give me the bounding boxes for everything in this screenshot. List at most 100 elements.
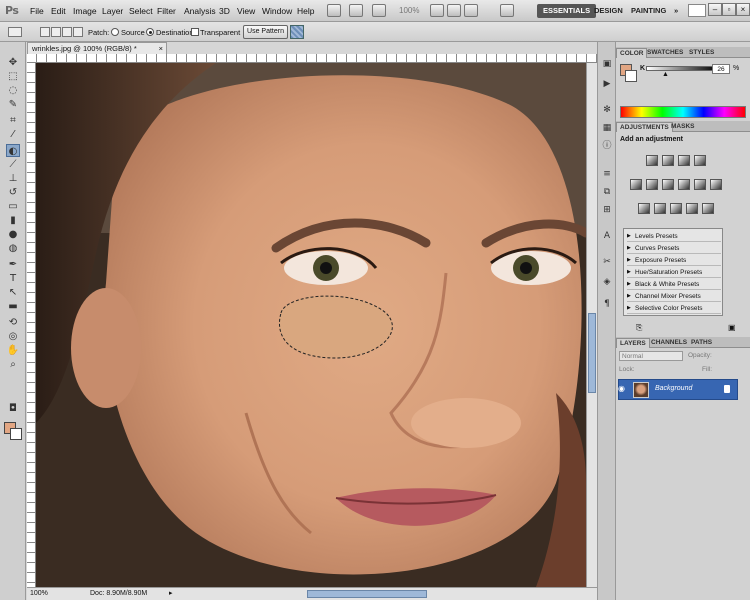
quick-mask-icon[interactable]: ◘ xyxy=(6,402,20,415)
color-bg-swatch[interactable] xyxy=(625,70,637,82)
lasso-tool-icon[interactable]: ◌ xyxy=(6,84,20,97)
preset-levels[interactable]: Levels Presets xyxy=(627,231,721,242)
preset-hue-saturation[interactable]: Hue/Saturation Presets xyxy=(627,267,721,278)
clone-source-icon[interactable]: ⊞ xyxy=(601,204,613,216)
horizontal-scroll-thumb[interactable] xyxy=(307,590,427,598)
navigator-icon[interactable]: ⧉ xyxy=(601,186,613,198)
hand-tool-icon[interactable]: ✋ xyxy=(6,344,20,357)
clone-stamp-tool-icon[interactable]: ⊥ xyxy=(6,172,20,185)
menu-window[interactable]: Window xyxy=(262,6,292,16)
hand-tool-icon[interactable] xyxy=(430,4,444,17)
workspace-design-button[interactable]: DESIGN xyxy=(588,4,629,18)
k-channel-value[interactable]: 26 xyxy=(712,64,730,74)
quick-selection-tool-icon[interactable]: ✎ xyxy=(6,98,20,111)
subtract-selection-icon[interactable] xyxy=(62,27,72,37)
layer-comps-icon[interactable]: ≡ xyxy=(601,168,613,180)
pen-tool-icon[interactable]: ✒ xyxy=(6,258,20,271)
actions-panel-icon[interactable]: ▶ xyxy=(601,78,613,90)
history-brush-tool-icon[interactable]: ↺ xyxy=(6,186,20,199)
image-canvas[interactable] xyxy=(36,63,586,587)
menu-analysis[interactable]: Analysis xyxy=(184,6,216,16)
add-selection-icon[interactable] xyxy=(51,27,61,37)
menubar-zoom-level[interactable]: 100% xyxy=(399,6,419,15)
k-channel-slider[interactable] xyxy=(646,66,718,71)
k-slider-handle[interactable]: ▲ xyxy=(662,71,669,78)
vertical-scrollbar[interactable] xyxy=(586,63,597,587)
exposure-icon[interactable] xyxy=(694,155,706,166)
tab-swatches[interactable]: SWATCHES xyxy=(644,48,686,58)
menu-select[interactable]: Select xyxy=(129,6,153,16)
eyedropper-tool-icon[interactable]: ⁄ xyxy=(6,128,20,141)
intersect-selection-icon[interactable] xyxy=(73,27,83,37)
color-balance-icon[interactable] xyxy=(662,179,674,190)
status-menu-arrow[interactable]: ▸ xyxy=(169,588,173,600)
workspace-more-button[interactable]: » xyxy=(668,4,684,18)
preset-curves[interactable]: Curves Presets xyxy=(627,243,721,254)
minibridge-icon[interactable] xyxy=(349,4,363,17)
use-pattern-button[interactable]: Use Pattern xyxy=(243,25,288,39)
photo-filter-icon[interactable] xyxy=(694,179,706,190)
gradient-map-icon[interactable] xyxy=(686,203,698,214)
fill-label[interactable]: Fill: xyxy=(702,366,712,373)
layer-name[interactable]: Background xyxy=(655,385,692,392)
tab-styles[interactable]: STYLES xyxy=(686,48,717,58)
preset-black-white[interactable]: Black & White Presets xyxy=(627,279,721,290)
tab-layers[interactable]: LAYERS xyxy=(616,338,650,348)
adjustments-footer-icon-right[interactable]: ▣ xyxy=(728,323,736,332)
brush-panel-icon[interactable]: ✻ xyxy=(601,104,613,116)
preset-channel-mixer[interactable]: Channel Mixer Presets xyxy=(627,291,721,302)
view-extras-icon[interactable] xyxy=(372,4,386,17)
selective-color-icon[interactable] xyxy=(702,203,714,214)
search-input[interactable] xyxy=(688,4,706,17)
paragraph-panel-icon[interactable]: ¶ xyxy=(601,298,613,310)
adjustments-footer-icon[interactable]: ⎘ xyxy=(636,323,642,333)
new-selection-icon[interactable] xyxy=(40,27,50,37)
bridge-icon[interactable] xyxy=(327,4,341,17)
tab-adjustments[interactable]: ADJUSTMENTS xyxy=(616,122,673,132)
channel-mixer-icon[interactable] xyxy=(710,179,722,190)
info-i-icon[interactable]: ⓘ xyxy=(601,140,613,152)
tool-presets-icon[interactable]: ✂ xyxy=(601,256,613,268)
arrange-documents-icon[interactable] xyxy=(464,4,478,17)
eraser-tool-icon[interactable]: ▭ xyxy=(6,200,20,213)
minimize-button[interactable]: – xyxy=(708,3,722,16)
menu-3d[interactable]: 3D xyxy=(219,6,230,16)
threshold-icon[interactable] xyxy=(670,203,682,214)
document-tab[interactable]: wrinkles.jpg @ 100% (RGB/8) * × xyxy=(27,42,167,54)
status-zoom[interactable]: 100% xyxy=(30,588,48,600)
info-panel-icon[interactable]: ▦ xyxy=(601,122,613,134)
layer-visibility-eye-icon[interactable]: ◉ xyxy=(618,384,628,394)
preset-exposure[interactable]: Exposure Presets xyxy=(627,255,721,266)
character-panel-icon[interactable]: A xyxy=(601,230,613,242)
blur-tool-icon[interactable]: ● xyxy=(6,228,20,241)
zoom-tool-icon[interactable]: ⌕ xyxy=(6,358,20,371)
transparent-checkbox[interactable] xyxy=(191,28,199,36)
dodge-tool-icon[interactable]: ◍ xyxy=(6,242,20,255)
vibrance-icon[interactable] xyxy=(630,179,642,190)
tool-preset-picker[interactable] xyxy=(8,27,22,37)
brush-tool-icon[interactable]: ⟋ xyxy=(6,158,20,171)
background-color-swatch[interactable] xyxy=(10,428,22,440)
type-tool-icon[interactable]: T xyxy=(6,272,20,285)
3d-rotate-tool-icon[interactable]: ⟲ xyxy=(6,316,20,329)
blend-mode-select[interactable]: Normal xyxy=(619,351,683,361)
brightness-icon[interactable] xyxy=(646,155,658,166)
destination-radio[interactable] xyxy=(146,28,154,36)
menu-view[interactable]: View xyxy=(237,6,255,16)
history-panel-icon[interactable]: ▣ xyxy=(601,58,613,70)
pattern-picker[interactable] xyxy=(290,25,304,39)
menu-image[interactable]: Image xyxy=(73,6,97,16)
source-radio[interactable] xyxy=(111,28,119,36)
vertical-scroll-thumb[interactable] xyxy=(588,313,596,393)
move-tool-icon[interactable]: ✥ xyxy=(6,56,20,69)
screen-mode-icon[interactable] xyxy=(500,4,514,17)
patch-tool-icon[interactable]: ◐ xyxy=(6,144,20,157)
tab-color[interactable]: COLOR xyxy=(616,48,648,58)
menu-edit[interactable]: Edit xyxy=(51,6,66,16)
close-document-icon[interactable]: × xyxy=(159,43,163,54)
black-white-icon[interactable] xyxy=(678,179,690,190)
gradient-tool-icon[interactable]: ▮ xyxy=(6,214,20,227)
notes-panel-icon[interactable]: ◈ xyxy=(601,276,613,288)
close-button[interactable]: × xyxy=(736,3,750,16)
restore-button[interactable]: ▫ xyxy=(722,3,736,16)
